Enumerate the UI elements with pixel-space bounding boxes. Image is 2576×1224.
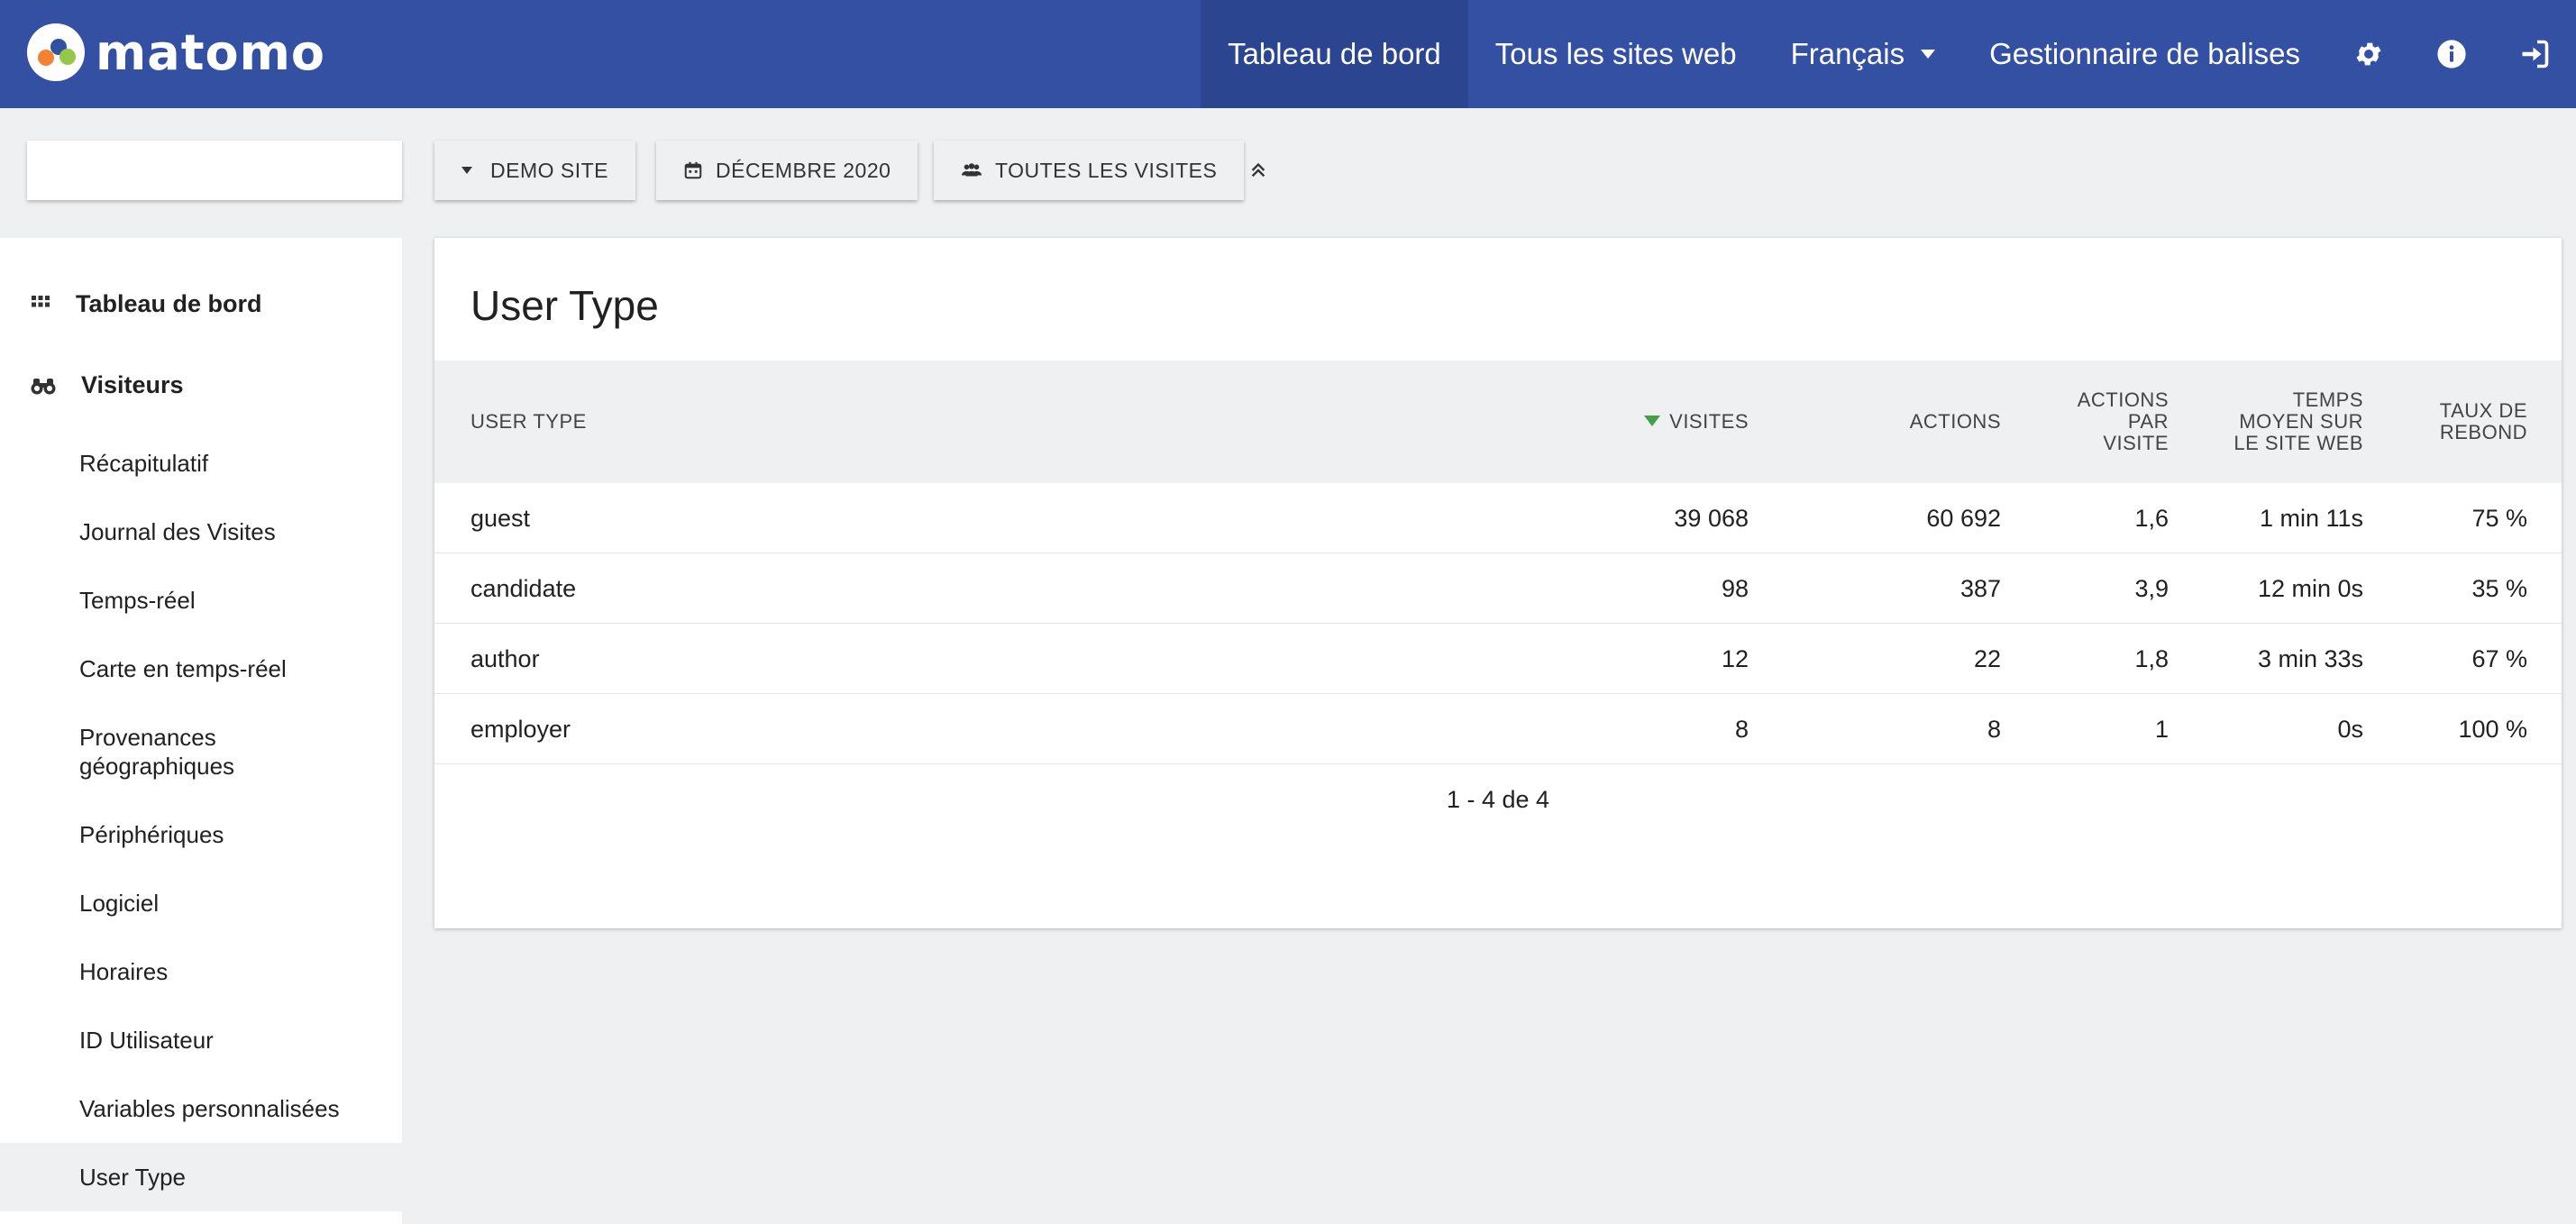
cell-visits: 98 [1721,575,1749,602]
site-selector-label: DEMO SITE [490,158,609,182]
column-header-user-type[interactable]: USER TYPE [470,411,587,433]
sidebar-item-locations[interactable]: Provenances géographiques [0,723,402,781]
cell-visits: 39 068 [1674,505,1749,532]
cell-avg-time: 1 min 11s [2259,505,2363,532]
column-header-avg-time[interactable]: TEMPS MOYEN SUR LE SITE WEB [2233,389,2363,454]
sidebar-item-real-time[interactable]: Temps-réel [0,586,402,615]
matomo-logo-icon [27,23,85,81]
cell-label: guest [470,505,531,532]
cell-bounce-rate: 75 % [2471,505,2527,532]
table-row[interactable]: candidate 98 387 3,9 12 min 0s 35 % [434,553,2562,624]
binoculars-icon [31,378,56,394]
cell-actions-per-visit: 1 [2154,716,2169,743]
sidebar-category-label: Visiteurs [81,371,184,398]
column-header-actions[interactable]: ACTIONS [1910,411,2001,433]
sidebar-item-visits-log[interactable]: Journal des Visites [0,517,402,546]
column-header-label: VISITES [1669,410,1749,433]
column-header-visits[interactable]: VISITES [1644,411,1749,433]
cell-bounce-rate: 35 % [2471,575,2527,602]
top-navigation-bar: matomo Tableau de bord Tous les sites we… [0,0,2576,108]
nav-language-selector[interactable]: Français [1764,0,1963,108]
collapse-header-button[interactable] [1242,153,1274,186]
sidebar-item-user-id[interactable]: ID Utilisateur [0,1026,402,1055]
cell-label: candidate [470,575,577,602]
cell-actions-per-visit: 1,8 [2134,645,2169,672]
segment-selector-label: TOUTES LES VISITES [995,158,1218,182]
sidebar-category-dashboard[interactable]: Tableau de bord [31,290,262,318]
cell-avg-time: 12 min 0s [2257,575,2363,602]
chevron-down-icon [1921,50,1936,59]
cell-actions: 387 [1959,575,2001,602]
column-header-actions-per-visit[interactable]: ACTIONS PAR VISITE [2078,389,2169,454]
sidebar-category-visitors[interactable]: Visiteurs [31,371,184,399]
cell-label: employer [470,716,571,743]
main-nav: Tableau de bord Tous les sites web Franç… [1201,0,2576,108]
brand-name: matomo [96,23,325,81]
report-card: User Type USER TYPE VISITES ACTIONS ACTI… [434,238,2562,928]
nav-tag-manager[interactable]: Gestionnaire de balises [1962,0,2327,108]
period-selector[interactable]: DÉCEMBRE 2020 [656,141,918,200]
gear-icon [2356,42,2381,66]
cell-visits: 8 [1734,716,1749,743]
cell-bounce-rate: 67 % [2471,645,2527,672]
matomo-logo[interactable]: matomo [27,22,325,83]
report-title: User Type [470,282,659,329]
period-selector-label: DÉCEMBRE 2020 [716,158,891,182]
table-row[interactable]: guest 39 068 60 692 1,6 1 min 11s 75 % [434,483,2562,553]
sidebar-item-user-type[interactable]: User Type [0,1143,402,1211]
site-selector[interactable]: DEMO SITE [434,141,636,200]
nav-dashboard[interactable]: Tableau de bord [1201,0,1468,108]
sidebar-item-overview[interactable]: Récapitulatif [0,449,402,478]
info-icon [2437,40,2466,69]
sort-descending-icon [1644,416,1661,426]
cell-actions: 8 [1987,716,2001,743]
sidebar-menu: Tableau de bord Visiteurs Récapitulatif … [0,238,402,1224]
caret-down-icon [461,167,472,174]
language-label: Français [1790,37,1905,70]
calendar-icon [684,161,702,179]
menu-search-input[interactable] [27,141,402,200]
sidebar-item-custom-variables[interactable]: Variables personnalisées [0,1094,402,1123]
grid-icon [32,295,50,306]
logout-button[interactable] [2493,0,2576,108]
nav-all-websites[interactable]: Tous les sites web [1468,0,1764,108]
cell-label: author [470,645,540,672]
sidebar-item-times[interactable]: Horaires [0,957,402,986]
cell-visits: 12 [1721,645,1749,672]
settings-button[interactable] [2327,0,2410,108]
cell-bounce-rate: 100 % [2458,716,2527,743]
cell-actions-per-visit: 3,9 [2134,575,2169,602]
sidebar-item-devices[interactable]: Périphériques [0,820,402,849]
help-button[interactable] [2410,0,2493,108]
cell-avg-time: 3 min 33s [2257,645,2363,672]
sign-in-icon [2522,40,2549,69]
segment-selector[interactable]: TOUTES LES VISITES [934,141,1245,200]
pagination-info: 1 - 4 de 4 [1446,786,1550,813]
column-header-bounce-rate[interactable]: TAUX DE REBOND [2440,400,2527,443]
sidebar-category-label: Tableau de bord [76,290,262,317]
table-row[interactable]: author 12 22 1,8 3 min 33s 67 % [434,624,2562,694]
double-chevron-up-icon [1251,162,1265,178]
table-header: USER TYPE VISITES ACTIONS ACTIONS PAR VI… [434,361,2562,483]
cell-actions: 22 [1973,645,2001,672]
sidebar-item-software[interactable]: Logiciel [0,889,402,918]
users-icon [961,163,982,177]
cell-actions-per-visit: 1,6 [2134,505,2169,532]
cell-actions: 60 692 [1926,505,2001,532]
table-row[interactable]: employer 8 8 1 0s 100 % [434,694,2562,764]
cell-avg-time: 0s [2337,716,2363,743]
sidebar-item-real-time-map[interactable]: Carte en temps-réel [0,654,402,683]
